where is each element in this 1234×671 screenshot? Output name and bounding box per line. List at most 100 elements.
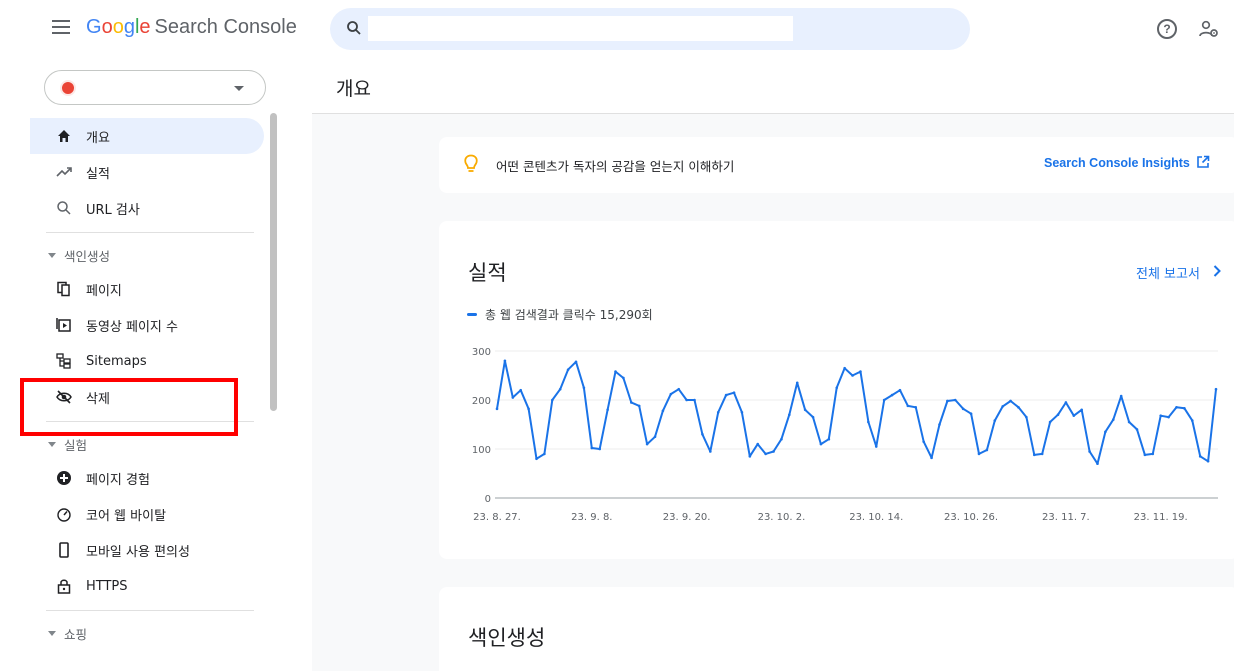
sidebar-item-url-inspection[interactable]: URL 검사 xyxy=(30,190,270,226)
lock-icon xyxy=(57,579,71,594)
data-point xyxy=(1151,452,1155,456)
search-input[interactable] xyxy=(368,16,793,41)
app-logo[interactable]: Google Search Console xyxy=(86,16,297,39)
caret-down-icon xyxy=(48,252,56,258)
help-icon[interactable]: ? xyxy=(1157,19,1177,39)
data-point xyxy=(882,398,886,402)
data-point xyxy=(819,442,823,446)
data-point xyxy=(1159,414,1162,417)
data-point xyxy=(851,374,854,377)
insights-link[interactable]: Search Console Insights xyxy=(1044,156,1190,170)
data-point xyxy=(1135,428,1139,431)
property-selector[interactable] xyxy=(44,70,266,105)
sidebar-item-removals[interactable]: 삭제 xyxy=(30,379,270,415)
sidebar-item-page-experience[interactable]: 페이지 경험 xyxy=(30,460,270,496)
data-point xyxy=(677,387,681,391)
eye-off-icon xyxy=(56,390,72,404)
legend-label: 총 웹 검색결과 클릭수 15,290회 xyxy=(485,308,653,322)
performance-card: 실적 전체 보고서 총 웹 검색결과 클릭수 15,290회 0 100 200 30… xyxy=(439,221,1234,559)
sidebar-item-mobile-usability[interactable]: 모바일 사용 편의성 xyxy=(30,532,270,568)
data-point xyxy=(1096,462,1099,465)
data-point xyxy=(551,398,554,402)
data-point xyxy=(811,415,815,419)
sidebar-section-indexing[interactable]: 색인생성 xyxy=(30,239,270,271)
y-tick-label: 100 xyxy=(472,445,491,456)
sidebar-section-shopping[interactable]: 쇼핑 xyxy=(30,617,270,649)
hamburger-menu-icon[interactable] xyxy=(52,20,72,38)
sidebar-divider xyxy=(46,421,254,422)
data-point xyxy=(1104,430,1107,434)
sidebar-divider xyxy=(46,610,254,611)
sidebar-item-performance[interactable]: 실적 xyxy=(30,154,270,190)
data-point xyxy=(867,420,870,424)
data-point xyxy=(977,452,981,456)
sidebar-item-label: 모바일 사용 편의성 xyxy=(86,544,190,560)
manage-users-icon[interactable] xyxy=(1198,18,1220,40)
top-header: Google Search Console ? xyxy=(30,0,1234,60)
series-line-clicks[interactable] xyxy=(496,359,1217,465)
data-point xyxy=(780,437,783,441)
data-point xyxy=(1025,415,1028,419)
caret-down-icon xyxy=(48,441,56,447)
data-point xyxy=(606,408,609,412)
main-content: 개요 어떤 콘텐츠가 독자의 공감을 얻는지 이해하기 Search Conso… xyxy=(312,60,1234,671)
data-point xyxy=(985,448,989,452)
data-point xyxy=(732,391,736,394)
sidebar-item-label: 페이지 xyxy=(86,283,122,299)
property-favicon-icon xyxy=(60,80,76,96)
data-point xyxy=(495,407,499,411)
data-point xyxy=(1111,418,1115,421)
section-title: 실험 xyxy=(64,437,88,453)
pages-icon xyxy=(57,281,70,297)
sitemap-icon xyxy=(56,353,71,369)
sidebar-nav: 개요 실적 URL 검사 색인생성 페이지 동영상 페이지 수 Sitemaps xyxy=(30,118,270,649)
plus-circle-icon xyxy=(57,471,71,485)
data-point xyxy=(574,360,578,364)
data-point xyxy=(669,392,673,396)
data-point xyxy=(1032,453,1036,457)
data-point xyxy=(519,388,523,392)
section-title: 색인생성 xyxy=(64,248,111,264)
sidebar-section-experience[interactable]: 실험 xyxy=(30,428,270,460)
data-point xyxy=(598,447,602,451)
performance-title: 실적 xyxy=(468,261,507,285)
data-point xyxy=(827,437,831,441)
data-point xyxy=(527,407,530,411)
x-tick-label: 23. 10. 26. xyxy=(944,512,998,523)
data-point xyxy=(906,404,910,408)
x-tick-label: 23. 11. 19. xyxy=(1134,512,1188,523)
data-point xyxy=(874,445,878,448)
search-bar[interactable] xyxy=(330,8,970,50)
data-point xyxy=(724,393,728,397)
open-external-icon[interactable] xyxy=(1196,155,1210,169)
data-point xyxy=(969,412,973,416)
sidebar-item-label: 개요 xyxy=(86,130,110,146)
data-point xyxy=(645,442,649,446)
sidebar-scrollbar[interactable] xyxy=(270,113,277,411)
data-point xyxy=(803,408,807,412)
chevron-right-icon[interactable] xyxy=(1213,265,1221,277)
search-icon xyxy=(347,21,361,35)
sidebar-item-overview[interactable]: 개요 xyxy=(30,118,264,154)
data-point xyxy=(1080,408,1083,412)
data-point xyxy=(535,457,538,461)
data-point xyxy=(1175,406,1178,409)
sidebar-divider xyxy=(46,232,254,233)
data-point xyxy=(1017,406,1020,409)
sidebar-item-pages[interactable]: 페이지 xyxy=(30,271,270,307)
x-tick-label: 23. 10. 2. xyxy=(758,512,806,523)
data-point xyxy=(748,455,752,458)
data-point xyxy=(788,413,791,416)
data-point xyxy=(835,386,839,390)
sidebar-item-video-pages[interactable]: 동영상 페이지 수 xyxy=(30,307,270,343)
sidebar-item-label: 삭제 xyxy=(86,391,110,407)
x-tick-label: 23. 9. 8. xyxy=(571,512,612,523)
legend-swatch xyxy=(467,313,477,316)
full-report-link[interactable]: 전체 보고서 xyxy=(1136,263,1200,282)
property-name xyxy=(91,74,227,101)
data-point xyxy=(953,398,957,402)
sidebar-item-sitemaps[interactable]: Sitemaps xyxy=(30,343,270,379)
indexing-card: 색인생성 xyxy=(439,587,1234,671)
sidebar-item-https[interactable]: HTTPS xyxy=(30,568,270,604)
sidebar-item-core-web-vitals[interactable]: 코어 웹 바이탈 xyxy=(30,496,270,532)
